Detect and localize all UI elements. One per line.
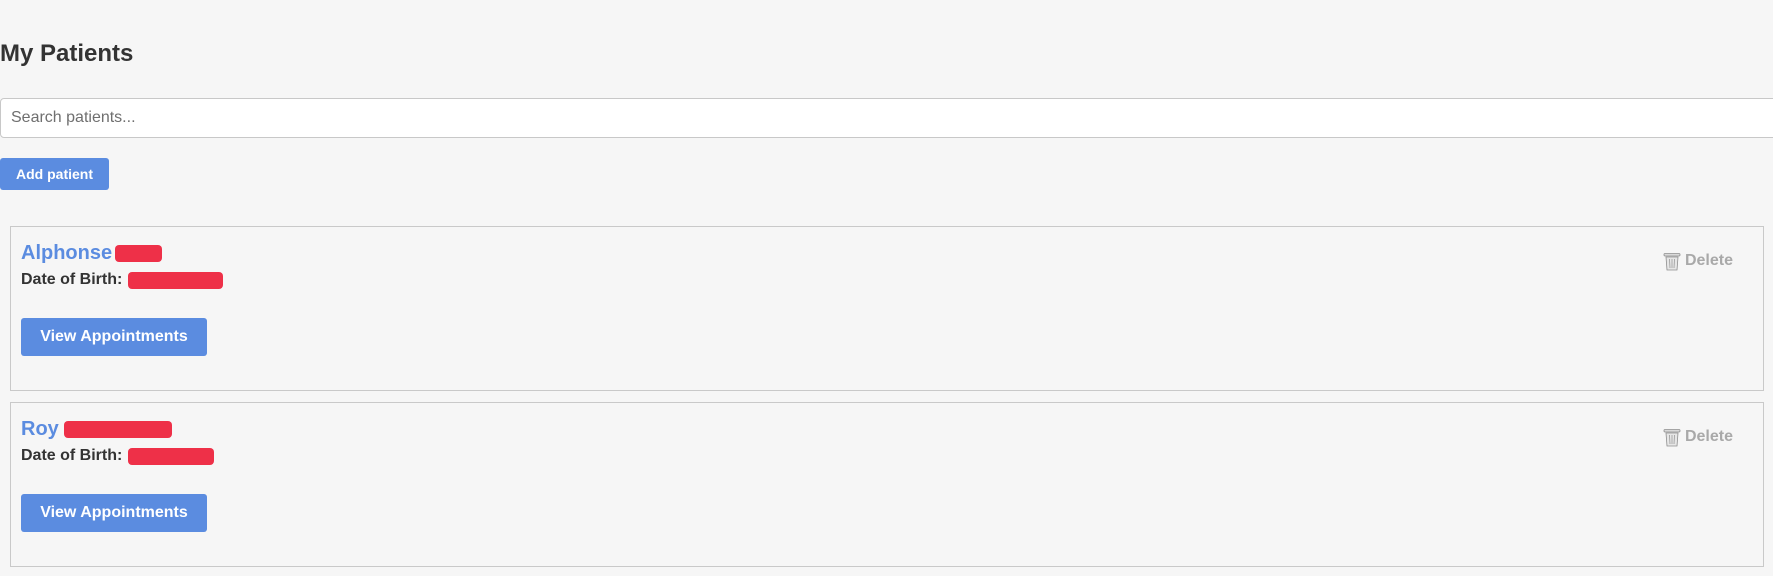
- delete-label: Delete: [1684, 252, 1733, 269]
- patient-dob: Date of Birth:: [21, 446, 215, 466]
- delete-button[interactable]: Delete: [1663, 251, 1733, 271]
- trash-icon: [1663, 427, 1681, 447]
- page-title: My Patients: [0, 40, 134, 67]
- redacted-last-name: [115, 244, 163, 262]
- patient-first-name[interactable]: Alphonse: [21, 241, 112, 265]
- trash-icon: [1663, 251, 1681, 271]
- patient-card: Roy Date of Birth: View Appointments Del…: [10, 402, 1764, 567]
- redacted-last-name: [63, 420, 172, 438]
- patient-dob: Date of Birth:: [21, 270, 224, 290]
- redacted-dob: [128, 447, 215, 465]
- patient-name: Roy: [21, 417, 172, 441]
- redacted-dob: [128, 271, 224, 289]
- view-appointments-button[interactable]: View Appointments: [21, 494, 207, 532]
- patient-first-name[interactable]: Roy: [21, 417, 59, 441]
- dob-label: Date of Birth:: [21, 271, 123, 288]
- search-input[interactable]: [0, 98, 1773, 138]
- patient-name: Alphonse: [21, 241, 163, 265]
- patients-page: My Patients Add patient Alphonse Date of…: [0, 0, 1773, 576]
- view-appointments-button[interactable]: View Appointments: [21, 318, 207, 356]
- delete-button[interactable]: Delete: [1663, 427, 1733, 447]
- add-patient-button[interactable]: Add patient: [0, 158, 109, 190]
- dob-label: Date of Birth:: [21, 447, 123, 464]
- delete-label: Delete: [1684, 428, 1733, 445]
- patient-card: Alphonse Date of Birth: View Appointment…: [10, 226, 1764, 391]
